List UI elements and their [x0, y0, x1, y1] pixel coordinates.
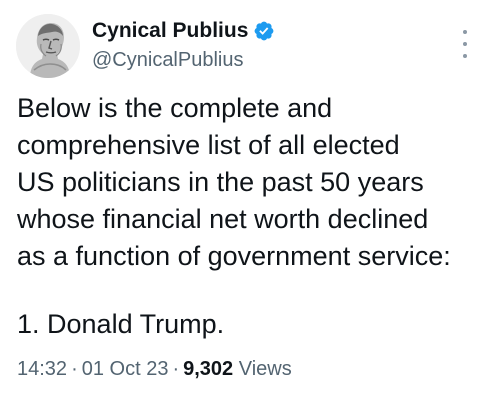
views-label[interactable]: Views	[239, 358, 292, 380]
tweet-card: Cynical Publius @CynicalPublius Below is…	[0, 0, 500, 401]
tweet-list-item: 1. Donald Trump.	[17, 309, 225, 339]
more-dot	[463, 30, 467, 34]
author-avatar[interactable]	[16, 14, 80, 78]
verified-badge-icon[interactable]	[253, 20, 275, 42]
tweet-text-line: as a function of government service:	[17, 241, 451, 271]
tweet-text-line: whose financial net worth declined	[17, 204, 429, 234]
meta-separator: ·	[71, 358, 78, 380]
roman-bust-avatar-icon	[16, 14, 80, 78]
tweet-text-line: Below is the complete and	[17, 93, 333, 123]
meta-separator: ·	[172, 358, 180, 380]
tweet-text: Below is the complete and comprehensive …	[17, 90, 487, 275]
more-dot	[463, 42, 467, 46]
tweet-time[interactable]: 14:32	[17, 358, 67, 380]
author-name-row: Cynical Publius	[92, 18, 275, 44]
tweet-text-line: comprehensive list of all elected	[17, 130, 400, 160]
tweet-text-line: US politicians in the past 50 years	[17, 167, 424, 197]
tweet-date[interactable]: 01 Oct 23	[82, 358, 169, 380]
author-display-name[interactable]: Cynical Publius	[92, 18, 248, 44]
more-options-icon[interactable]	[455, 30, 475, 58]
tweet-meta: 14:32 · 01 Oct 23 · 9,302 Views	[17, 356, 292, 382]
views-count[interactable]: 9,302	[183, 358, 233, 380]
author-handle[interactable]: @CynicalPublius	[92, 47, 243, 73]
more-dot	[463, 54, 467, 58]
